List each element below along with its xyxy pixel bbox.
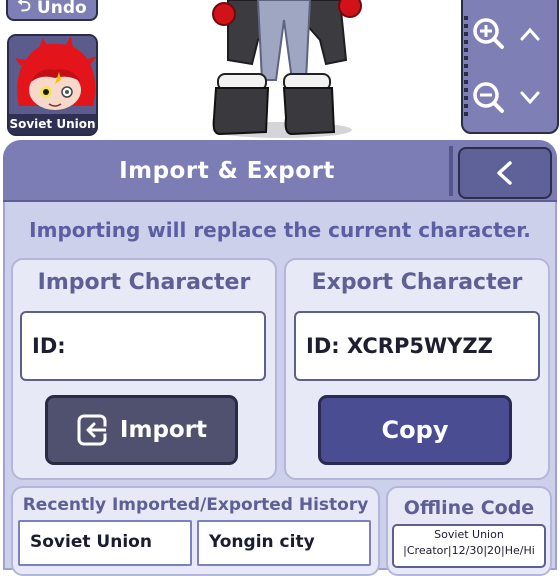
offline-code-title: Offline Code — [403, 497, 535, 519]
character-preview — [212, 0, 362, 138]
chevron-left-icon — [497, 161, 512, 185]
history-title: Recently Imported/Exported History — [22, 495, 369, 515]
export-id-field[interactable]: ID: XCRP5WYZZ — [294, 311, 540, 381]
undo-icon: ⮌ — [17, 0, 31, 16]
dialog-title: Import & Export — [119, 158, 335, 184]
character-thumbnail[interactable]: Soviet Union — [7, 34, 98, 136]
character-thumb-label: Soviet Union — [9, 114, 96, 134]
export-card-title: Export Character — [311, 270, 523, 295]
history-item[interactable]: Soviet Union — [18, 520, 192, 566]
import-id-input[interactable]: ID: — [20, 311, 266, 381]
scroll-up-icon[interactable] — [515, 20, 545, 48]
import-button-label: Import — [119, 417, 208, 443]
import-warning-text: Importing will replace the current chara… — [29, 218, 531, 242]
import-card-title: Import Character — [37, 270, 251, 295]
zoom-panel — [461, 0, 559, 134]
character-avatar-image — [9, 36, 96, 118]
import-button[interactable]: Import — [45, 395, 238, 465]
zoom-out-icon[interactable] — [469, 76, 509, 120]
copy-button[interactable]: Copy — [318, 395, 512, 465]
header-divider — [449, 146, 453, 196]
zoom-in-icon[interactable] — [469, 12, 509, 56]
import-icon — [77, 414, 109, 446]
back-button[interactable] — [458, 147, 552, 199]
undo-button[interactable]: ⮌ Undo — [6, 0, 98, 21]
undo-label: Undo — [36, 0, 87, 18]
offline-code-line1: Soviet Union — [434, 528, 504, 541]
scroll-down-icon[interactable] — [515, 84, 545, 112]
history-item[interactable]: Yongin city — [197, 520, 371, 566]
scroll-track[interactable] — [464, 16, 468, 116]
offline-code-line2: |Creator|12/30|20|He/Hi — [403, 544, 535, 557]
